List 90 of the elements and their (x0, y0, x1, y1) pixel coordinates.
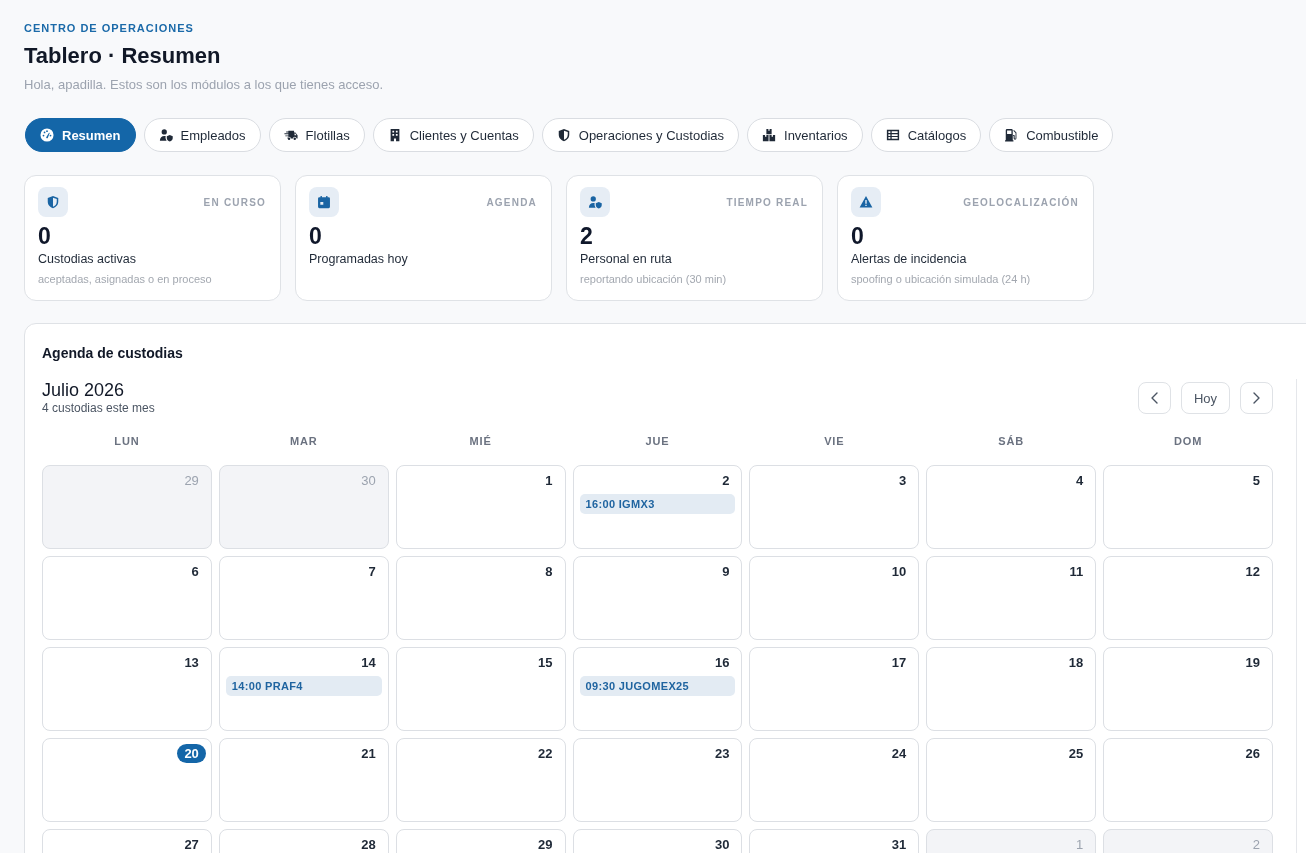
weekday-label: MAR (288, 434, 319, 448)
section-eyebrow: CENTRO DE OPERACIONES (24, 21, 194, 35)
today-button[interactable]: Hoy (1180, 382, 1230, 414)
module-tab[interactable]: Operaciones y Custodias (541, 118, 740, 152)
day-number: 22 (538, 745, 553, 762)
day-number: 29 (538, 836, 553, 853)
day-number: 12 (1245, 563, 1260, 580)
stat-tag: AGENDA (486, 196, 537, 208)
day-number: 21 (361, 745, 376, 762)
module-tab[interactable]: Combustible (989, 118, 1114, 152)
stat-label: Personal en ruta (580, 251, 673, 267)
person-shield-icon (580, 187, 610, 217)
truck-icon (283, 128, 298, 142)
event-chip[interactable]: 09:30 JUGOMEX25 (579, 676, 736, 696)
month-count: 4 custodias este mes (42, 401, 155, 415)
stat-value: 0 (851, 223, 865, 249)
day-number: 19 (1245, 654, 1260, 671)
warning-icon (851, 187, 881, 217)
day-number: 30 (714, 836, 730, 853)
chevron-right-icon (1253, 392, 1260, 404)
chevron-left-icon (1150, 392, 1158, 404)
weekday-label: LUN (113, 434, 141, 448)
boxes-icon (762, 128, 777, 142)
day-number: 6 (191, 563, 199, 580)
fuel-pump-icon (1004, 128, 1019, 142)
weekday-label: SÁB (997, 434, 1026, 448)
event-chip[interactable]: 16:00 IGMX3 (579, 494, 736, 514)
stat-tag: GEOLOCALIZACIÓN (963, 196, 1079, 208)
calendar-icon (309, 187, 339, 217)
weekday-label: DOM (1172, 434, 1204, 448)
day-number: 2 (722, 472, 730, 489)
stat-value: 0 (38, 223, 52, 249)
page-title: Tablero · Resumen (24, 42, 221, 70)
day-number: 2 (1252, 836, 1260, 853)
previous-month-button[interactable] (1137, 382, 1171, 414)
next-month-button[interactable] (1240, 382, 1273, 414)
shield-icon (556, 128, 571, 142)
day-number: 1 (1075, 836, 1084, 853)
stat-note: spoofing o ubicación simulada (24 h) (851, 272, 1032, 286)
module-tab[interactable]: Inventarios (747, 118, 863, 152)
month-title: Julio 2026 (42, 379, 125, 401)
page-subtitle: Hola, apadilla. Estos son los módulos a los que tienes acceso. (24, 76, 384, 94)
weekday-label: MIÉ (468, 434, 493, 448)
day-number: 25 (1068, 745, 1084, 762)
module-tab[interactable]: Clientes y Cuentas (372, 118, 534, 152)
day-number: 18 (1068, 654, 1084, 671)
shield-icon (38, 187, 68, 217)
day-number: 26 (1245, 745, 1260, 762)
day-number: 24 (891, 745, 907, 762)
stat-tag: EN CURSO (203, 196, 266, 208)
module-tab[interactable]: Flotillas (268, 118, 365, 152)
day-number: 4 (1075, 472, 1084, 489)
gauge-icon (40, 128, 54, 142)
day-number: 3 (899, 472, 907, 489)
day-number: 27 (184, 836, 199, 853)
day-number: 16 (714, 654, 730, 671)
day-number: 31 (891, 836, 907, 853)
day-number: 23 (714, 745, 730, 762)
event-chip[interactable]: 14:00 PRAF4 (225, 676, 382, 696)
day-number: 20 (177, 744, 206, 763)
day-number: 13 (184, 654, 199, 671)
stat-label: Custodias activas (38, 251, 137, 267)
stat-tag: TIEMPO REAL (726, 196, 808, 208)
day-number: 15 (538, 654, 553, 671)
module-tab[interactable]: Catálogos (870, 118, 982, 152)
day-number: 11 (1069, 563, 1084, 580)
stat-note: aceptadas, asignadas o en proceso (38, 272, 213, 286)
day-number: 5 (1252, 472, 1260, 489)
day-number: 7 (368, 563, 376, 580)
module-tab[interactable]: Resumen (25, 118, 136, 152)
stat-note: reportando ubicación (30 min) (580, 272, 728, 286)
stat-value: 2 (580, 223, 594, 249)
weekday-label: JUE (644, 434, 671, 448)
day-number: 28 (361, 836, 376, 853)
day-number: 1 (545, 472, 553, 489)
day-number: 8 (545, 563, 553, 580)
stat-value: 0 (309, 223, 323, 249)
day-number: 10 (891, 563, 907, 580)
day-number: 29 (184, 472, 199, 489)
list-icon (885, 128, 900, 142)
stat-label: Programadas hoy (309, 251, 409, 267)
panel-title: Agenda de custodias (41, 344, 184, 362)
weekday-label: VIE (823, 434, 846, 448)
day-number: 17 (891, 654, 907, 671)
day-number: 9 (722, 563, 730, 580)
day-number: 14 (361, 654, 376, 671)
stat-label: Alertas de incidencia (851, 251, 968, 267)
person-shield-icon (158, 128, 173, 142)
day-number: 30 (361, 472, 376, 489)
module-tab[interactable]: Empleados (143, 118, 261, 152)
